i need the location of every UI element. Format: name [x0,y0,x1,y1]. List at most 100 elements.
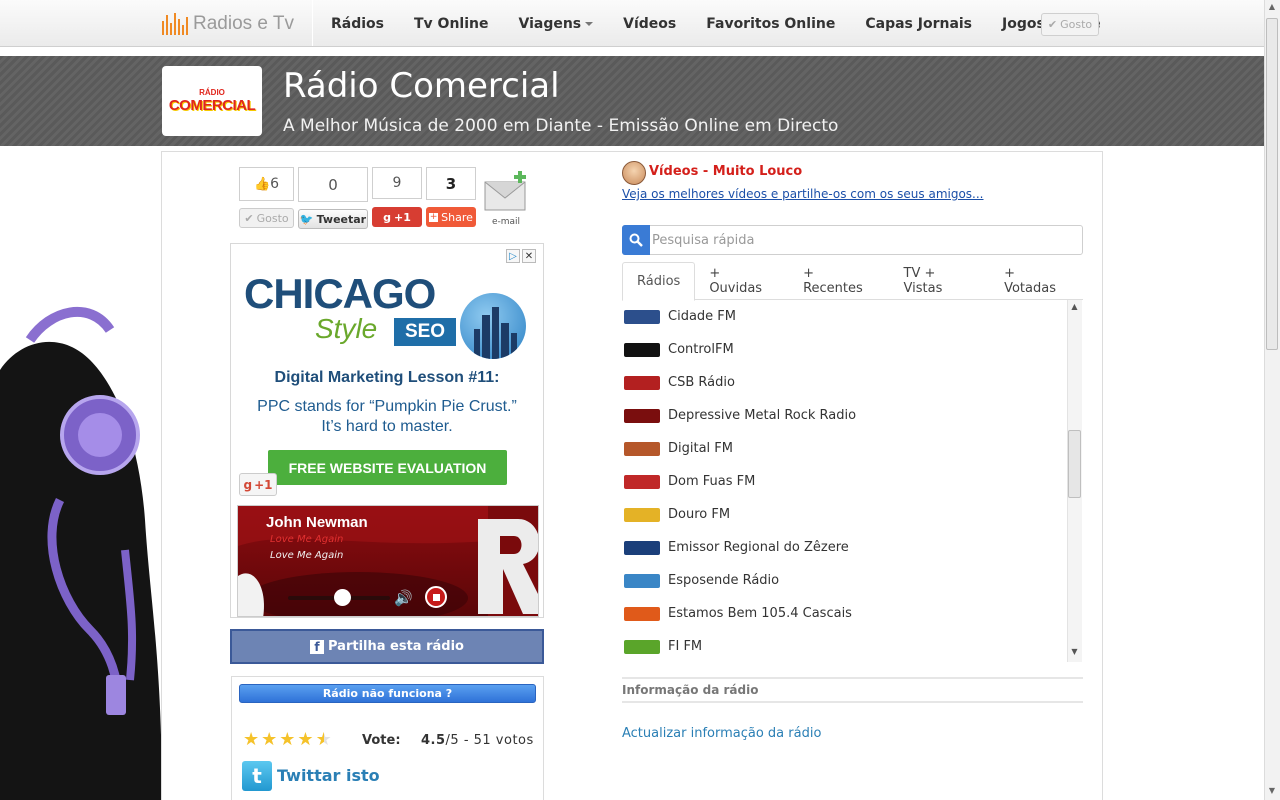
station-logo-icon [622,538,662,558]
tab-radios[interactable]: Rádios [622,262,696,301]
station-list-item[interactable]: FI FM [622,630,1069,662]
scroll-down-icon[interactable]: ▼ [1067,647,1082,659]
ad-gplus-label: +1 [254,477,273,492]
station-name: Emissor Regional do Zêzere [668,540,849,555]
nav-item-radios[interactable]: Rádios [316,16,399,32]
station-name: FI FM [668,639,703,654]
tweet-count: 0 [298,167,368,202]
twitter-bird-icon: 🐦 [299,212,314,226]
gplus-icon: g [383,210,391,224]
station-list-item[interactable]: ControlFM [622,333,1069,366]
station-list: Cidade FM ControlFM CSB Rádio Depressive Me… [622,300,1069,662]
station-list-item[interactable]: Estamos Bem 105.4 Cascais [622,597,1069,630]
update-info-link[interactable]: Actualizar informação da rádio [622,726,821,741]
station-name: Depressive Metal Rock Radio [668,408,857,423]
tab-ouvidas[interactable]: + Ouvidas [695,262,789,300]
scroll-down-icon[interactable]: ▼ [1264,786,1280,800]
vote-score-value: 4.5 [421,733,446,748]
station-logo: RÁDIO COMERCIAL [162,66,262,136]
nav-item-capas-jornais[interactable]: Capas Jornais [850,16,987,32]
vote-score: 4.5/5 - 51 votos [421,733,534,748]
station-logo-icon [622,340,662,360]
chevron-down-icon [585,21,594,26]
fb-like-button[interactable]: ✔ Gosto [239,208,294,228]
station-name: Cidade FM [668,309,736,324]
station-logo-swatch [624,606,660,621]
check-icon: ✔ [244,211,254,225]
speaker-icon[interactable]: 🔊 [394,589,413,607]
station-name: Digital FM [668,441,733,456]
station-logo-icon [622,307,662,327]
tweet-button[interactable]: 🐦 Tweetar [298,209,368,229]
station-logo-icon [622,406,662,426]
station-list-item[interactable]: CSB Rádio [622,366,1069,399]
station-list-item[interactable]: Cidade FM [622,300,1069,333]
station-list-item[interactable]: Digital FM [622,432,1069,465]
search-input[interactable] [652,226,1080,254]
facebook-share-button[interactable]: f Partilha esta rádio [230,629,544,664]
videos-title[interactable]: Vídeos - Muito Louco [649,164,802,179]
station-name: CSB Rádio [668,375,735,390]
twitter-share-link[interactable]: Twittar isto [277,766,380,785]
star-icon[interactable]: ★ [243,730,259,750]
tab-votadas[interactable]: + Votadas [990,262,1083,300]
station-list-item[interactable]: Esposende Rádio [622,564,1069,597]
volume-slider-handle[interactable] [334,589,351,606]
radio-info-heading: Informação da rádio [622,677,1083,703]
search-button[interactable] [622,225,650,255]
ad-text-line-2: It’s hard to master. [321,418,453,435]
station-logo-icon [622,604,662,624]
share-count: 3 [426,167,476,200]
check-icon: ✔ [1047,18,1058,31]
vote-label: Vote: [362,733,401,748]
stop-button[interactable] [425,586,447,608]
star-icon[interactable]: ★ [261,730,277,750]
headphones-model-image [0,307,162,800]
like-button[interactable]: ✔ Gosto [1041,13,1099,36]
twitter-icon[interactable]: t [242,761,272,791]
now-playing-artist: John Newman [266,514,368,531]
station-logo-swatch [624,474,660,489]
email-icon[interactable] [483,170,529,216]
nav-item-favoritos[interactable]: Favoritos Online [691,16,850,32]
nav-item-tv-online[interactable]: Tv Online [399,16,503,32]
site-brand[interactable]: Radios e Tv [162,10,294,38]
nav-item-videos[interactable]: Vídeos [608,16,691,32]
star-rating[interactable]: ★ ★ ★ ★ ★ [243,730,332,750]
report-broken-button[interactable]: Rádio não funciona ? [239,684,536,703]
share-label: Share [441,210,473,224]
tab-recentes[interactable]: + Recentes [789,262,889,300]
station-list-item[interactable]: Dom Fuas FM [622,465,1069,498]
station-logo-swatch [624,408,660,423]
nav-item-viagens[interactable]: Viagens [503,16,608,32]
gplus-button[interactable]: g +1 [372,207,422,227]
ad-controls: ▷ ✕ [506,249,538,263]
station-list-item[interactable]: Douro FM [622,498,1069,531]
star-icon[interactable]: ★ [279,730,295,750]
share-button[interactable]: + Share [426,207,476,227]
skyline-icon [460,293,526,359]
gplus-icon: g [243,477,253,492]
plus-icon: + [429,212,439,222]
station-logo-swatch [624,441,660,456]
list-scrollbar-thumb[interactable] [1068,430,1081,498]
station-logo-swatch [624,309,660,324]
station-list-item[interactable]: Emissor Regional do Zêzere [622,531,1069,564]
logo-small-text: RÁDIO [199,88,225,97]
adchoices-icon[interactable]: ▷ [506,249,520,263]
station-list-item[interactable]: Depressive Metal Rock Radio [622,399,1069,432]
close-icon[interactable]: ✕ [522,249,536,263]
station-name: Dom Fuas FM [668,474,756,489]
videos-link[interactable]: Veja os melhores vídeos e partilhe-os co… [622,187,984,201]
half-star-icon[interactable]: ★ [316,730,332,750]
ad-cta-button[interactable]: FREE WEBSITE EVALUATION [268,450,507,485]
ad-gplus-button[interactable]: g +1 [239,473,277,496]
vote-score-suffix: /5 - 51 votos [445,733,534,748]
radio-tabs: Rádios + Ouvidas + Recentes TV + Vistas … [622,262,1083,301]
fb-like-count-value: 6 [270,176,280,192]
tab-tv-vistas[interactable]: TV + Vistas [890,262,991,300]
page-scrollbar-thumb[interactable] [1266,18,1278,350]
scroll-up-icon[interactable]: ▲ [1264,2,1280,16]
star-icon[interactable]: ★ [297,730,313,750]
scroll-up-icon[interactable]: ▲ [1067,302,1082,314]
